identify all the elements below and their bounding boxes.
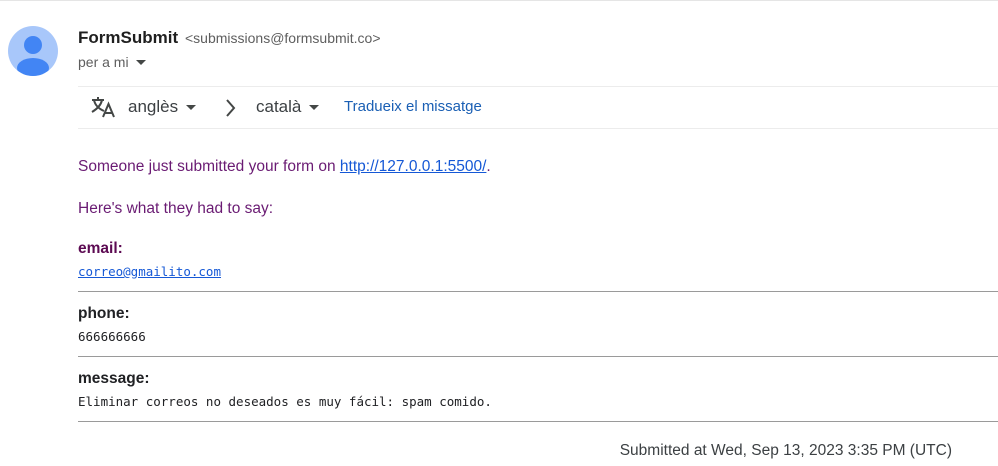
top-divider [0, 0, 998, 1]
field-value: 666666666 [78, 329, 146, 344]
person-avatar-icon [17, 36, 49, 76]
field-phone: phone: 666666666 [78, 305, 998, 344]
submitted-timestamp: Submitted at Wed, Sep 13, 2023 3:35 PM (… [619, 442, 952, 459]
recipient-details-toggle[interactable]: per a mi [78, 54, 146, 70]
recipient-label: per a mi [78, 54, 129, 70]
divider [78, 421, 998, 422]
field-email: email: correo@gmailito.com [78, 240, 998, 279]
target-language-label: català [256, 97, 302, 116]
field-value: Eliminar correos no deseados es muy fáci… [78, 394, 492, 409]
intro-suffix: . [486, 158, 491, 175]
translate-bar: anglès català Tradueix el missatge [78, 86, 998, 129]
translate-icon [91, 96, 117, 123]
divider [78, 291, 998, 292]
field-label: email: [78, 240, 123, 257]
source-language-label: anglès [128, 97, 179, 116]
source-language-select[interactable]: anglès [128, 97, 197, 117]
chevron-right-icon [224, 97, 238, 124]
field-label: phone: [78, 305, 130, 322]
subintro-text: Here's what they had to say: [78, 200, 274, 217]
intro-prefix: Someone just submitted your form on [78, 158, 340, 175]
field-message: message: Eliminar correos no deseados es… [78, 370, 998, 409]
divider [78, 356, 998, 357]
target-language-select[interactable]: català [256, 97, 320, 117]
email-link[interactable]: correo@gmailito.com [78, 264, 221, 279]
caret-down-icon [186, 104, 197, 110]
field-label: message: [78, 370, 150, 387]
sender-avatar[interactable] [8, 26, 58, 76]
form-url-link[interactable]: http://127.0.0.1:5500/ [340, 158, 487, 175]
field-value: correo@gmailito.com [78, 264, 998, 279]
sender-name[interactable]: FormSubmit [78, 28, 178, 48]
intro-text: Someone just submitted your form on http… [78, 158, 491, 176]
translate-message-link[interactable]: Tradueix el missatge [344, 98, 482, 115]
caret-down-icon [309, 104, 320, 110]
caret-down-icon [135, 59, 146, 65]
sender-email: <submissions@formsubmit.co> [185, 30, 381, 46]
